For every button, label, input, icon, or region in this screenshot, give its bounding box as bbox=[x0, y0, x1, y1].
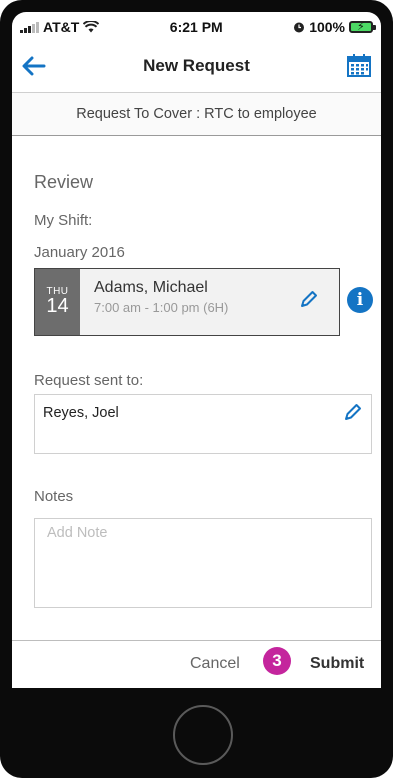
notes-placeholder: Add Note bbox=[47, 525, 108, 541]
battery-charging-icon: ⚡ bbox=[349, 21, 376, 33]
recipient-value: Reyes, Joel bbox=[43, 405, 119, 421]
nav-bar: New Request bbox=[12, 42, 381, 90]
status-time: 6:21 PM bbox=[169, 19, 223, 35]
action-footer: Cancel 3 Submit bbox=[12, 641, 381, 688]
phone-frame: AT&T 6:21 PM 100% ⚡ New Request Request … bbox=[0, 0, 393, 778]
my-shift-label: My Shift: bbox=[34, 212, 93, 229]
wifi-icon bbox=[83, 21, 100, 33]
shift-day-number: 14 bbox=[46, 295, 69, 317]
shift-card[interactable]: THU 14 Adams, Michael 7:00 am - 1:00 pm … bbox=[34, 268, 340, 336]
request-sent-to-label: Request sent to: bbox=[34, 372, 144, 389]
alarm-icon bbox=[294, 22, 305, 33]
edit-shift-button[interactable] bbox=[299, 289, 319, 314]
notes-input[interactable]: Add Note bbox=[34, 518, 372, 608]
calendar-icon bbox=[347, 54, 371, 77]
back-arrow-icon bbox=[22, 56, 46, 76]
pencil-icon bbox=[345, 404, 361, 420]
back-button[interactable] bbox=[18, 50, 50, 82]
home-button[interactable] bbox=[173, 705, 233, 765]
request-type-header: Request To Cover : RTC to employee bbox=[12, 92, 381, 136]
status-left: AT&T bbox=[20, 19, 100, 35]
notes-label: Notes bbox=[34, 488, 74, 505]
carrier-label: AT&T bbox=[43, 19, 80, 35]
pencil-icon bbox=[301, 291, 317, 307]
signal-bars-icon bbox=[20, 21, 39, 33]
battery-percent: 100% bbox=[309, 19, 345, 35]
app-screen: AT&T 6:21 PM 100% ⚡ New Request Request … bbox=[12, 12, 381, 688]
edit-recipient-button[interactable] bbox=[343, 402, 363, 427]
month-label: January 2016 bbox=[34, 244, 125, 261]
status-bar: AT&T 6:21 PM 100% ⚡ bbox=[12, 12, 381, 42]
status-right: 100% ⚡ bbox=[293, 19, 376, 35]
shift-info: Adams, Michael 7:00 am - 1:00 pm (6H) bbox=[80, 269, 228, 335]
review-heading: Review bbox=[34, 172, 94, 192]
calendar-button[interactable] bbox=[345, 52, 373, 80]
submit-button[interactable]: Submit bbox=[310, 655, 364, 673]
shift-date-block: THU 14 bbox=[35, 269, 80, 335]
info-button[interactable]: i bbox=[347, 287, 373, 313]
shift-time-range: 7:00 am - 1:00 pm (6H) bbox=[94, 300, 229, 315]
cancel-button[interactable]: Cancel bbox=[190, 655, 240, 673]
step-badge: 3 bbox=[263, 647, 291, 675]
info-icon: i bbox=[356, 290, 364, 310]
recipient-field[interactable]: Reyes, Joel bbox=[34, 394, 372, 454]
page-title: New Request bbox=[143, 56, 250, 75]
shift-employee-name: Adams, Michael bbox=[94, 279, 208, 296]
